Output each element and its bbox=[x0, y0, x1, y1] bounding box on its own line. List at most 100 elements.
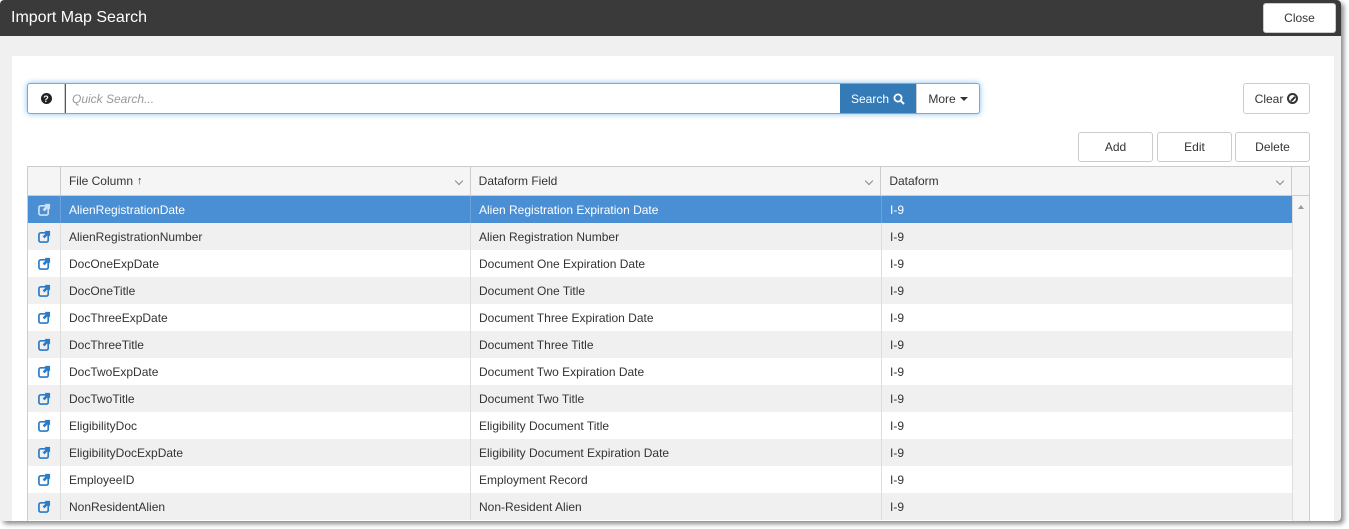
external-link-icon[interactable] bbox=[37, 284, 51, 297]
file-column-cell: DocThreeTitle bbox=[61, 331, 471, 358]
more-button-label: More bbox=[928, 91, 956, 106]
file-column-cell: EligibilityDoc bbox=[61, 412, 471, 439]
dataform-field-cell: Employment Record bbox=[471, 466, 882, 493]
dialog-titlebar: Import Map Search Close bbox=[0, 0, 1341, 36]
import-map-search-dialog: Import Map Search Close ? Search More Cl… bbox=[0, 0, 1341, 521]
file-column-cell: DocOneExpDate bbox=[61, 250, 471, 277]
column-menu-chevron-icon[interactable] bbox=[454, 176, 463, 186]
search-button[interactable]: Search bbox=[840, 84, 916, 113]
dataform-cell: I-9 bbox=[890, 499, 905, 514]
external-link-icon[interactable] bbox=[37, 419, 51, 432]
clear-button[interactable]: Clear bbox=[1243, 83, 1310, 114]
external-link-icon[interactable] bbox=[37, 392, 51, 405]
search-bar: ? Search More bbox=[27, 83, 980, 114]
open-record-cell[interactable] bbox=[28, 466, 61, 493]
table-row[interactable]: EligibilityDocExpDate Eligibility Documen… bbox=[28, 439, 1293, 466]
edit-button[interactable]: Edit bbox=[1157, 132, 1232, 162]
dataform-cell: I-9 bbox=[890, 256, 905, 271]
dataform-cell: I-9 bbox=[890, 310, 905, 325]
search-panel: ? Search More Clear Add Edit Delete bbox=[12, 56, 1334, 521]
caret-down-icon bbox=[959, 96, 968, 101]
column-menu-chevron-icon[interactable] bbox=[1275, 176, 1285, 186]
dataform-cell: I-9 bbox=[890, 364, 905, 379]
add-button[interactable]: Add bbox=[1078, 132, 1153, 162]
table-row[interactable]: EmployeeID Employment Record I-9 bbox=[28, 466, 1293, 493]
external-link-icon[interactable] bbox=[37, 257, 51, 270]
table-row[interactable]: DocOneExpDate Document One Expiration Dat… bbox=[28, 250, 1293, 277]
open-record-cell[interactable] bbox=[28, 277, 61, 304]
open-record-cell[interactable] bbox=[28, 358, 61, 385]
open-record-cell[interactable] bbox=[28, 304, 61, 331]
more-dropdown-button[interactable]: More bbox=[916, 84, 979, 113]
table-row[interactable]: AlienRegistrationNumber Alien Registratio… bbox=[28, 223, 1293, 250]
search-icon bbox=[893, 93, 905, 105]
external-link-icon[interactable] bbox=[37, 203, 51, 216]
column-header-label: File Column bbox=[68, 174, 133, 188]
sort-ascending-icon: ↑ bbox=[137, 175, 143, 187]
dataform-field-cell: Eligibility Document Expiration Date bbox=[471, 439, 882, 466]
header-corner bbox=[1292, 167, 1309, 195]
dataform-field-cell: Alien Registration Number bbox=[471, 223, 882, 250]
file-column-cell: AlienRegistrationDate bbox=[61, 196, 471, 223]
dataform-field-cell: Document Two Title bbox=[471, 385, 882, 412]
external-link-icon[interactable] bbox=[37, 338, 51, 351]
dataform-field-cell: Alien Registration Expiration Date bbox=[471, 196, 882, 223]
file-column-cell: EmployeeID bbox=[61, 466, 471, 493]
search-help-addon[interactable]: ? bbox=[28, 84, 65, 113]
table-row[interactable]: AlienRegistrationDate Alien Registration … bbox=[28, 196, 1293, 223]
file-column-cell: NonResidentAlien bbox=[61, 493, 471, 520]
open-record-cell[interactable] bbox=[28, 196, 61, 223]
dataform-cell: I-9 bbox=[890, 337, 905, 352]
table-row[interactable]: DocTwoExpDate Document Two Expiration Dat… bbox=[28, 358, 1293, 385]
table-row[interactable]: DocThreeExpDate Document Three Expiration… bbox=[28, 304, 1293, 331]
external-link-icon[interactable] bbox=[37, 311, 51, 324]
table-row[interactable]: DocTwoTitle Document Two Title I-9 bbox=[28, 385, 1293, 412]
open-record-cell[interactable] bbox=[28, 439, 61, 466]
dataform-cell: I-9 bbox=[890, 445, 905, 460]
search-button-label: Search bbox=[850, 91, 890, 106]
grid-body: AlienRegistrationDate Alien Registration … bbox=[28, 196, 1293, 520]
quick-search-input[interactable] bbox=[65, 84, 840, 113]
column-header-dataform[interactable]: Dataform bbox=[881, 167, 1292, 195]
external-link-icon[interactable] bbox=[37, 473, 51, 486]
dataform-cell: I-9 bbox=[890, 472, 905, 487]
open-record-cell[interactable] bbox=[28, 412, 61, 439]
header-icon-column bbox=[28, 167, 61, 195]
table-row[interactable]: NonResidentAlien Non-Resident Alien I-9 bbox=[28, 493, 1293, 520]
open-record-cell[interactable] bbox=[28, 331, 61, 358]
table-row[interactable]: DocOneTitle Document One Title I-9 bbox=[28, 277, 1293, 304]
dataform-cell: I-9 bbox=[890, 229, 905, 244]
external-link-icon[interactable] bbox=[37, 446, 51, 459]
ban-icon bbox=[1287, 93, 1299, 104]
close-button[interactable]: Close bbox=[1263, 3, 1336, 33]
file-column-cell: DocOneTitle bbox=[61, 277, 471, 304]
delete-button[interactable]: Delete bbox=[1235, 132, 1310, 162]
table-row[interactable]: EligibilityDoc Eligibility Document Title… bbox=[28, 412, 1293, 439]
scroll-up-arrow-icon[interactable] bbox=[1298, 205, 1304, 209]
file-column-cell: AlienRegistrationNumber bbox=[61, 223, 471, 250]
import-map-grid: File Column ↑ Dataform Field Dataform Al… bbox=[27, 166, 1310, 521]
vertical-scrollbar[interactable] bbox=[1292, 196, 1309, 521]
table-row[interactable]: DocThreeTitle Document Three Title I-9 bbox=[28, 331, 1293, 358]
dataform-field-cell: Document One Title bbox=[471, 277, 882, 304]
dataform-cell: I-9 bbox=[890, 283, 905, 298]
question-circle-icon: ? bbox=[40, 93, 52, 104]
external-link-icon[interactable] bbox=[37, 500, 51, 513]
file-column-cell: EligibilityDocExpDate bbox=[61, 439, 471, 466]
dataform-field-cell: Non-Resident Alien bbox=[471, 493, 882, 520]
column-menu-chevron-icon[interactable] bbox=[865, 176, 874, 186]
dialog-title: Import Map Search bbox=[11, 9, 148, 26]
open-record-cell[interactable] bbox=[28, 223, 61, 250]
open-record-cell[interactable] bbox=[28, 385, 61, 412]
dataform-cell: I-9 bbox=[890, 202, 905, 217]
open-record-cell[interactable] bbox=[28, 250, 61, 277]
file-column-cell: DocTwoTitle bbox=[61, 385, 471, 412]
external-link-icon[interactable] bbox=[37, 365, 51, 378]
column-header-dataform-field[interactable]: Dataform Field bbox=[471, 167, 882, 195]
file-column-cell: DocThreeExpDate bbox=[61, 304, 471, 331]
dataform-field-cell: Document Three Expiration Date bbox=[471, 304, 882, 331]
file-column-cell: DocTwoExpDate bbox=[61, 358, 471, 385]
column-header-file-column[interactable]: File Column ↑ bbox=[61, 167, 471, 195]
open-record-cell[interactable] bbox=[28, 493, 61, 520]
external-link-icon[interactable] bbox=[37, 230, 51, 243]
